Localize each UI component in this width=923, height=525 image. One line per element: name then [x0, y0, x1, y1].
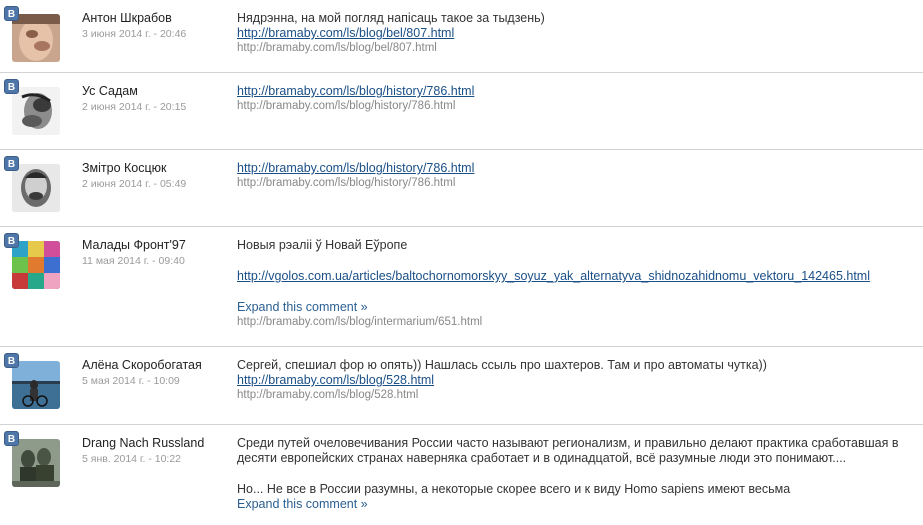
comment-date: 3 июня 2014 г. - 20:46 [82, 28, 187, 40]
author-name[interactable]: Drang Nach Russland [82, 436, 232, 451]
comment-date: 11 мая 2014 г. - 09:40 [82, 255, 185, 267]
author-name[interactable]: Ус Садам [82, 84, 232, 99]
avatar[interactable] [12, 361, 60, 409]
vk-badge-icon: B [4, 353, 19, 368]
source-url[interactable]: http://bramaby.com/ls/blog/history/786.h… [237, 99, 915, 114]
comments-list: B Антон Шкрабов 3 июня 2014 г. - 20:46 Н… [0, 0, 923, 525]
comment-link[interactable]: http://bramaby.com/ls/blog/history/786.h… [237, 161, 915, 176]
source-url[interactable]: http://bramaby.com/ls/blog/intermarium/6… [237, 315, 915, 330]
comment-item: B Малады Фронт'97 11 мая 2014 г. - 09:40… [0, 227, 923, 347]
comment-date: 2 июня 2014 г. - 20:15 [82, 101, 187, 113]
vk-badge-icon: B [4, 6, 19, 21]
author-name[interactable]: Антон Шкрабов [82, 11, 232, 26]
comment-item: B Антон Шкрабов 3 июня 2014 г. - 20:46 Н… [0, 0, 923, 73]
source-url[interactable]: http://bramaby.com/ls/blog/history/786.h… [237, 176, 915, 191]
comment-text: Новыя рэаліі ў Новай Еўропе [237, 238, 408, 252]
comment-item: B Алёна Скоробогатая 5 мая 2014 г. - 10:… [0, 347, 923, 425]
author-name[interactable]: Малады Фронт'97 [82, 238, 232, 253]
comment-link[interactable]: http://vgolos.com.ua/articles/baltochorn… [237, 269, 915, 284]
comment-item: B Ус Садам 2 июня 2014 г. - 20:15 http:/… [0, 73, 923, 150]
comment-text: Нядрэнна, на мой погляд напісаць такое з… [237, 11, 545, 25]
avatar[interactable] [12, 87, 60, 135]
avatar[interactable] [12, 14, 60, 62]
comment-item: B Drang Nach Russland 5 янв. 2014 г. - 1… [0, 425, 923, 525]
comment-date: 2 июня 2014 г. - 05:49 [82, 178, 187, 190]
avatar[interactable] [12, 439, 60, 487]
comment-text: Среди путей очеловечивания России часто … [237, 436, 899, 465]
comment-link[interactable]: http://bramaby.com/ls/blog/bel/807.html [237, 26, 915, 41]
vk-badge-icon: B [4, 79, 19, 94]
avatar[interactable] [12, 241, 60, 289]
source-url[interactable]: http://bramaby.com/ls/blog/bel/807.html [237, 41, 915, 56]
avatar[interactable] [12, 164, 60, 212]
comment-link[interactable]: http://bramaby.com/ls/blog/history/786.h… [237, 84, 915, 99]
vk-badge-icon: B [4, 156, 19, 171]
expand-comment-link[interactable]: Expand this comment » [237, 300, 915, 315]
comment-date: 5 мая 2014 г. - 10:09 [82, 375, 180, 387]
comment-text-continued: Но... Не все в России разумны, а некотор… [237, 482, 791, 496]
comment-date: 5 янв. 2014 г. - 10:22 [82, 453, 182, 465]
source-url[interactable]: http://bramaby.com/ls/blog/528.html [237, 388, 915, 403]
comment-item: B Змітро Косцюк 2 июня 2014 г. - 05:49 h… [0, 150, 923, 227]
comment-link[interactable]: http://bramaby.com/ls/blog/528.html [237, 373, 915, 388]
vk-badge-icon: B [4, 431, 19, 446]
expand-comment-link[interactable]: Expand this comment » [237, 497, 915, 512]
vk-badge-icon: B [4, 233, 19, 248]
author-name[interactable]: Алёна Скоробогатая [82, 358, 232, 373]
comment-text: Сергей, спешиал фор ю опять)) Нашлась сс… [237, 358, 767, 372]
author-name[interactable]: Змітро Косцюк [82, 161, 232, 176]
